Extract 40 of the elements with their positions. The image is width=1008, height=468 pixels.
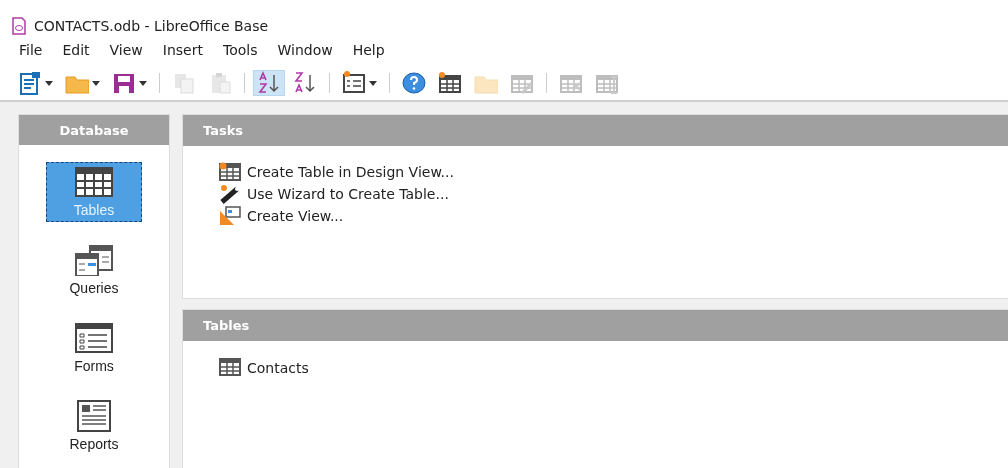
menu-item[interactable]: Tools [222, 42, 258, 62]
caret-icon[interactable] [139, 80, 147, 86]
wand-icon [219, 184, 241, 204]
table-design-icon [219, 162, 241, 182]
form-icon [74, 322, 114, 354]
form-icon [342, 71, 366, 95]
menu-item[interactable]: Edit [62, 42, 90, 62]
query-icon [74, 244, 114, 276]
caret-icon[interactable] [369, 80, 377, 86]
task-link[interactable]: Create View... [219, 206, 1008, 226]
task-link[interactable]: Use Wizard to Create Table... [219, 184, 1008, 204]
table-icon [438, 71, 462, 95]
sort-descending-icon [293, 71, 317, 95]
panel-header: Tasks [183, 115, 1008, 146]
toolbar-button[interactable] [253, 70, 285, 96]
menu-item[interactable]: Insert [162, 42, 203, 62]
report-icon [74, 400, 114, 432]
task-link[interactable]: Create Table in Design View... [219, 162, 1008, 182]
sort-ascending-icon [257, 71, 281, 95]
document-icon [18, 71, 42, 95]
sidebar-item[interactable]: Queries [46, 240, 142, 300]
view-icon [219, 206, 241, 226]
menu-item[interactable]: File [19, 42, 43, 62]
sidebar-item[interactable]: Forms [46, 318, 142, 378]
panel-header: Tables [183, 310, 1008, 341]
table-list-item[interactable]: Contacts [219, 358, 1008, 378]
menu-item[interactable]: Help [352, 42, 385, 62]
table-icon [219, 358, 241, 378]
menu-item[interactable]: Window [277, 42, 333, 62]
app-icon [12, 17, 26, 35]
sidebar-item[interactable]: Reports [46, 396, 142, 456]
panel-header: Database [19, 115, 169, 145]
caret-icon[interactable] [45, 80, 53, 86]
copy-icon [172, 71, 196, 95]
menu-item[interactable]: View [109, 42, 143, 62]
window-title: CONTACTS.odb - LibreOffice Base [34, 18, 269, 34]
table-icon [74, 166, 114, 198]
caret-icon[interactable] [92, 80, 100, 86]
save-icon [112, 71, 136, 95]
help-icon [402, 71, 426, 95]
